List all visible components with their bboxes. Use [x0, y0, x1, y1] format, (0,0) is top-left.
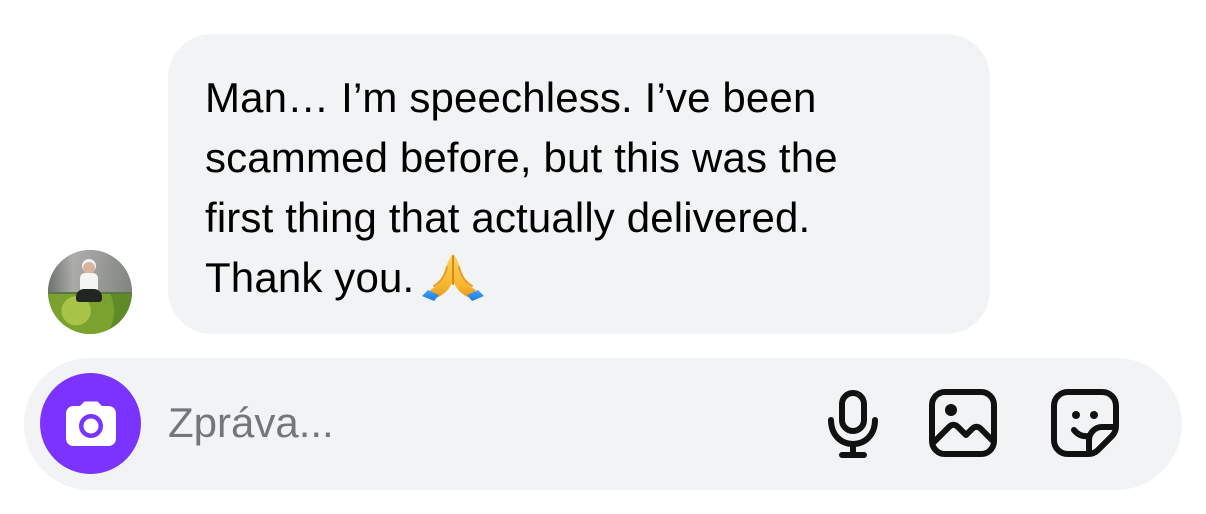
sticker-icon	[1051, 389, 1119, 457]
photo-button[interactable]	[927, 387, 999, 459]
received-message-bubble[interactable]: Man… I’m speechless. I’ve been scammed b…	[168, 34, 990, 334]
image-icon	[929, 389, 997, 457]
message-line-2: scammed before, but this was the	[205, 134, 838, 181]
message-row: Man… I’m speechless. I’ve been scammed b…	[48, 34, 1008, 334]
avatar[interactable]	[48, 250, 132, 334]
message-line-4: Thank you.	[205, 254, 415, 301]
folded-hands-icon	[422, 254, 485, 301]
chat-screen: Man… I’m speechless. I’ve been scammed b…	[0, 0, 1206, 514]
camera-button[interactable]	[40, 373, 141, 474]
sticker-button[interactable]	[1049, 387, 1121, 459]
microphone-button[interactable]	[817, 387, 889, 459]
message-line-3: first thing that actually delivered.	[205, 194, 811, 241]
message-text: Man… I’m speechless. I’ve been scammed b…	[205, 68, 965, 308]
avatar-legs	[76, 289, 102, 302]
camera-icon	[66, 401, 116, 446]
message-composer	[24, 358, 1182, 490]
message-input[interactable]	[168, 388, 728, 458]
message-line-1: Man… I’m speechless. I’ve been	[205, 74, 817, 121]
avatar-person	[75, 262, 103, 307]
microphone-icon	[828, 390, 878, 458]
